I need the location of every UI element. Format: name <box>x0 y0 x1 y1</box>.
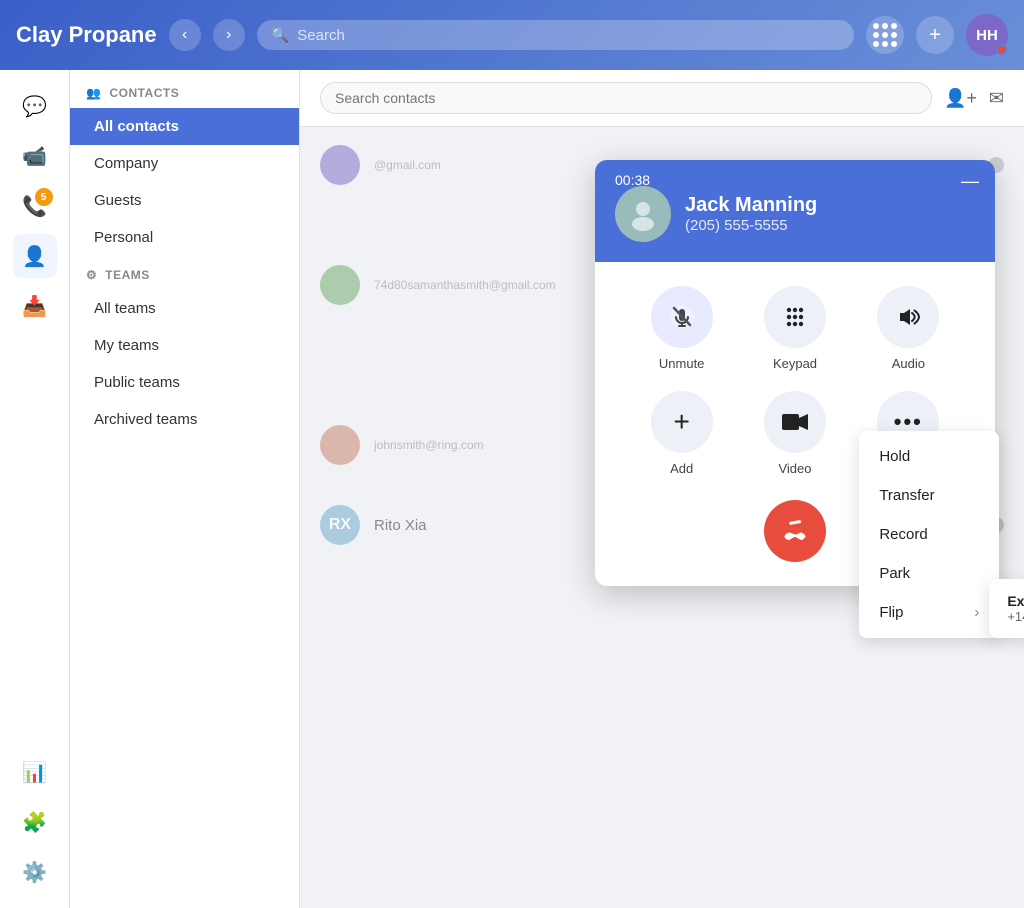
email-button[interactable]: ✉ <box>989 88 1004 109</box>
puzzle-icon-item[interactable]: 🧩 <box>13 800 57 844</box>
park-option[interactable]: Park <box>859 554 999 593</box>
avatar-initials: HH <box>976 27 998 44</box>
add-icon: + <box>651 391 713 453</box>
flip-phone-number[interactable]: +14099992234 <box>1007 609 1024 624</box>
sidebar-item-archived-teams[interactable]: Archived teams <box>70 401 299 438</box>
contacts-section-label: CONTACTS <box>109 86 179 100</box>
video-icon-item[interactable]: 📹 <box>13 134 57 178</box>
chat-icon-item[interactable]: 💬 <box>13 84 57 128</box>
add-contact-button[interactable]: 👤+ <box>944 88 977 109</box>
unmute-label: Unmute <box>659 356 705 371</box>
forward-button[interactable]: › <box>213 19 245 51</box>
phone-badge: 5 <box>35 188 53 206</box>
teams-section-label: TEAMS <box>105 268 150 282</box>
sidebar-item-all-contacts[interactable]: All contacts <box>70 108 299 145</box>
more-controls: + Add Video ••• Hold <box>595 391 995 492</box>
sidebar-item-company[interactable]: Company <box>70 145 299 182</box>
audio-icon <box>877 286 939 348</box>
avatar <box>320 265 360 305</box>
chart-icon-item[interactable]: 📊 <box>13 750 57 794</box>
search-contacts-input[interactable] <box>320 82 932 114</box>
sidebar-item-my-teams[interactable]: My teams <box>70 327 299 364</box>
contacts-section-header: 👥 CONTACTS <box>70 70 299 108</box>
avatar-initials: RX <box>329 516 351 534</box>
contacts-section-icon: 👥 <box>86 86 101 100</box>
more-dropdown: Hold Transfer Record Park Flip › <box>859 431 999 638</box>
grid-menu-button[interactable] <box>866 16 904 54</box>
unmute-button[interactable]: Unmute <box>651 286 713 371</box>
transfer-option[interactable]: Transfer <box>859 476 999 515</box>
sidebar-item-guests[interactable]: Guests <box>70 182 299 219</box>
video-icon <box>764 391 826 453</box>
content-header: 👤+ ✉ <box>300 70 1024 127</box>
call-header: 00:38 — Jack Manning (205) 555-5555 <box>595 160 995 262</box>
contacts-icon-item[interactable]: 👤 <box>13 234 57 278</box>
call-timer: 00:38 <box>615 172 650 188</box>
inbox-icon-item[interactable]: 📥 <box>13 284 57 328</box>
sidebar-item-public-teams[interactable]: Public teams <box>70 364 299 401</box>
add-button[interactable]: + <box>916 16 954 54</box>
more-options-button[interactable]: ••• Hold Transfer Record Park Flip › <box>877 391 939 453</box>
caller-number: (205) 555-5555 <box>685 217 817 234</box>
global-search[interactable]: 🔍 Search <box>257 20 854 50</box>
avatar: RX <box>320 505 360 545</box>
audio-button[interactable]: Audio <box>877 286 939 371</box>
video-label: Video <box>778 461 811 476</box>
keypad-icon <box>764 286 826 348</box>
audio-label: Audio <box>892 356 925 371</box>
icon-bar: 💬 📹 📞 5 👤 📥 📊 🧩 ⚙️ <box>0 70 70 908</box>
minimize-button[interactable]: — <box>961 172 979 190</box>
app-header: Clay Propane ‹ › 🔍 Search + HH <box>0 0 1024 70</box>
grid-icon <box>873 23 897 47</box>
sidebar-item-all-teams[interactable]: All teams <box>70 290 299 327</box>
user-avatar-button[interactable]: HH <box>966 14 1008 56</box>
flip-label: Flip <box>879 604 903 621</box>
flip-option[interactable]: Flip › <box>859 593 999 632</box>
status-dot <box>996 44 1007 55</box>
search-icon: 🔍 <box>271 26 290 44</box>
caller-info: Jack Manning (205) 555-5555 <box>685 194 817 234</box>
content-area: 👤+ ✉ @gmail.com 74d80samanthasmith@gmail… <box>300 70 1024 908</box>
sidebar-item-personal[interactable]: Personal <box>70 219 299 256</box>
app-title: Clay Propane <box>16 22 157 48</box>
avatar <box>320 425 360 465</box>
teams-section-header: ⚙ TEAMS <box>70 256 299 290</box>
phone-icon-item[interactable]: 📞 5 <box>13 184 57 228</box>
keypad-button[interactable]: Keypad <box>764 286 826 371</box>
hold-option[interactable]: Hold <box>859 437 999 476</box>
end-call-button[interactable] <box>764 500 826 562</box>
flip-arrow-icon: › <box>974 604 979 621</box>
call-controls: Unmute Keypad <box>595 262 995 391</box>
flip-submenu: Existing Phone +14099992234 <box>989 579 1024 638</box>
back-button[interactable]: ‹ <box>169 19 201 51</box>
caller-avatar <box>615 186 671 242</box>
header-actions: + HH <box>866 14 1008 56</box>
add-call-button[interactable]: + Add <box>651 391 713 476</box>
flip-phone-label: Existing Phone <box>1007 593 1024 609</box>
call-dialog: 00:38 — Jack Manning (205) 555-5555 <box>595 160 995 586</box>
sidebar: 👥 CONTACTS All contacts Company Guests P… <box>70 70 300 908</box>
settings-icon-item[interactable]: ⚙️ <box>13 850 57 894</box>
video-call-button[interactable]: Video <box>764 391 826 476</box>
unmute-icon <box>651 286 713 348</box>
keypad-label: Keypad <box>773 356 817 371</box>
search-placeholder: Search <box>297 27 345 44</box>
teams-section-icon: ⚙ <box>86 268 97 282</box>
add-label: Add <box>670 461 693 476</box>
avatar <box>320 145 360 185</box>
main-layout: 💬 📹 📞 5 👤 📥 📊 🧩 ⚙️ 👥 CONTACTS All contac… <box>0 70 1024 908</box>
caller-name: Jack Manning <box>685 194 817 217</box>
record-option[interactable]: Record <box>859 515 999 554</box>
